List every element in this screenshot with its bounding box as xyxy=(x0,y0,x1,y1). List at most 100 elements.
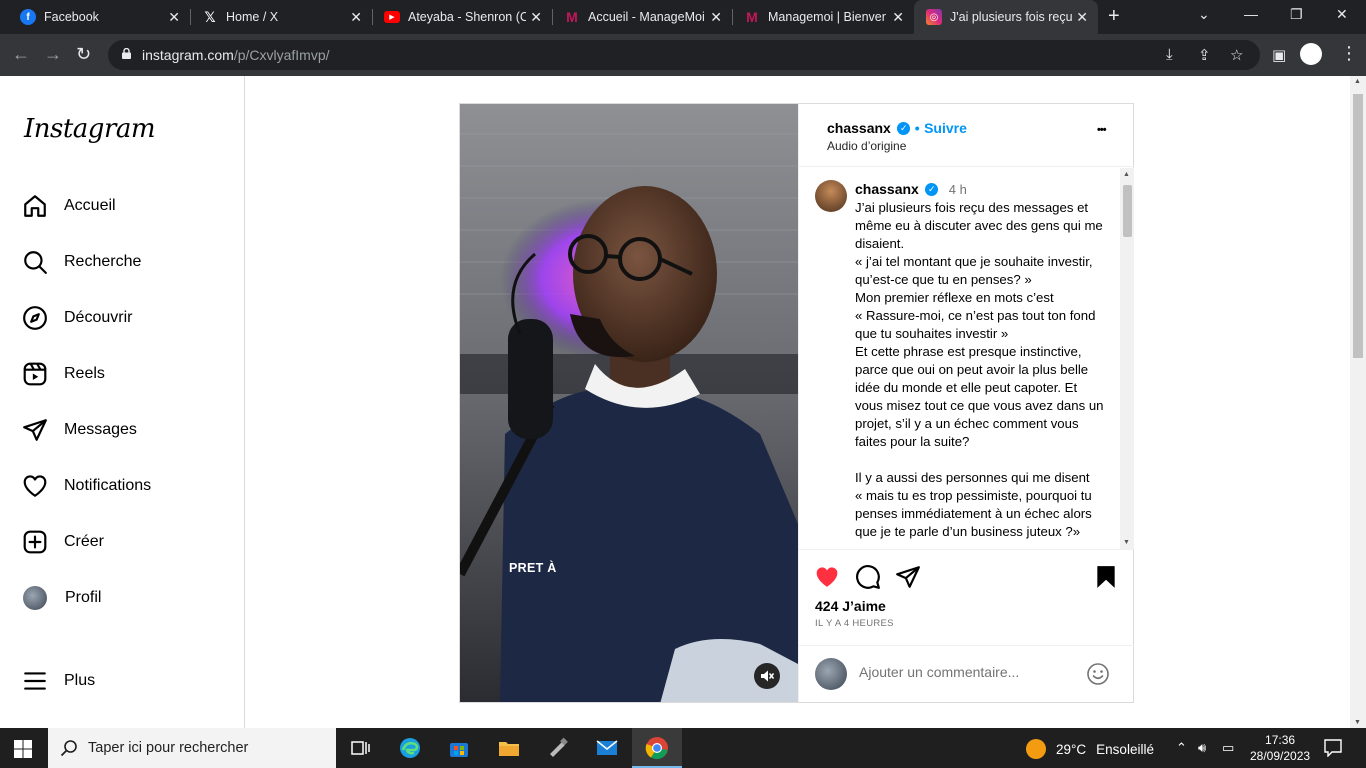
usb-tool-icon[interactable] xyxy=(546,736,570,760)
mute-button[interactable] xyxy=(754,663,780,689)
sidebar-item-profil[interactable]: Profil xyxy=(22,584,101,612)
close-window-button[interactable]: ✕ xyxy=(1336,6,1348,23)
url-bar[interactable]: instagram.com/p/CxvlyafImvp/ ⤓ ⇪ ☆ xyxy=(108,40,1260,70)
close-icon[interactable]: ✕ xyxy=(892,9,904,26)
tab-search-icon[interactable]: ⌄ xyxy=(1198,6,1210,23)
likes-count[interactable]: 424 J’aime xyxy=(815,598,886,614)
separator-dot: • xyxy=(914,120,920,136)
sidebar-item-messages[interactable]: Messages xyxy=(22,416,137,444)
tray-chevron-icon[interactable]: ⌃ xyxy=(1176,740,1187,756)
forward-button[interactable]: → xyxy=(44,44,62,65)
mail-icon[interactable] xyxy=(595,736,619,760)
scroll-up-arrow-icon[interactable]: ▲ xyxy=(1354,78,1361,85)
caption-time: 4 h xyxy=(948,182,967,197)
video-frame-image xyxy=(460,104,798,702)
side-panel-icon[interactable]: ▣ xyxy=(1272,46,1286,64)
sidebar-item-decouvrir[interactable]: Découvrir xyxy=(22,304,132,332)
managemoi-icon: M xyxy=(566,9,578,25)
sidebar-item-reels[interactable]: Reels xyxy=(22,360,105,388)
share-icon[interactable]: ⇪ xyxy=(1198,46,1211,64)
follow-button[interactable]: Suivre xyxy=(924,120,967,136)
browser-tab-bar: f Facebook ✕ 𝕏 Home / X ✕ ▶ Ateyaba - Sh… xyxy=(0,0,1366,34)
back-button[interactable]: ← xyxy=(12,44,30,65)
weather-widget[interactable]: 29°C Ensoleillé xyxy=(1026,739,1154,759)
windows-start-icon[interactable] xyxy=(14,740,32,758)
new-tab-button[interactable]: + xyxy=(1108,5,1120,28)
compass-icon xyxy=(23,306,47,330)
like-heart-icon[interactable] xyxy=(814,564,840,590)
taskbar-search-placeholder: Taper ici pour rechercher xyxy=(88,740,249,756)
close-icon[interactable]: ✕ xyxy=(350,9,362,26)
weather-desc: Ensoleillé xyxy=(1096,741,1154,757)
install-icon[interactable]: ⤓ xyxy=(1166,46,1173,63)
tab-instagram-active[interactable]: ◎ J'ai plusieurs fois reçu ✕ xyxy=(914,0,1098,34)
search-icon xyxy=(60,740,77,757)
instagram-page: Instagram Accueil Recherche Découvrir Re… xyxy=(0,76,1350,728)
edge-icon[interactable] xyxy=(398,736,422,760)
tab-facebook[interactable]: f Facebook ✕ xyxy=(8,0,190,34)
tab-title: Home / X xyxy=(226,10,279,24)
page-scroll-thumb[interactable] xyxy=(1353,94,1363,358)
sidebar-item-notifications[interactable]: Notifications xyxy=(22,472,151,500)
post-header: chassanx ✓ • Suivre Audio d’origine ••• xyxy=(799,104,1134,167)
home-icon xyxy=(24,195,46,217)
minimize-button[interactable]: — xyxy=(1244,6,1258,22)
url-text: instagram.com/p/CxvlyafImvp/ xyxy=(142,47,330,63)
sidebar-item-label: Découvrir xyxy=(64,309,133,326)
avatar[interactable] xyxy=(815,180,847,212)
sidebar-item-plus[interactable]: Plus xyxy=(22,667,95,695)
chrome-taskbar-button[interactable] xyxy=(632,728,682,768)
task-view-icon[interactable] xyxy=(348,736,372,760)
tab-managemoi-bienvenue[interactable]: M Managemoi | Bienven ✕ xyxy=(732,0,914,34)
sidebar-item-recherche[interactable]: Recherche xyxy=(22,248,141,276)
taskbar-search[interactable]: Taper ici pour rechercher xyxy=(48,728,336,768)
reload-button[interactable]: ↻ xyxy=(76,44,91,65)
close-icon[interactable]: ✕ xyxy=(710,9,722,26)
comment-icon[interactable] xyxy=(855,564,881,590)
verified-badge-icon: ✓ xyxy=(925,183,939,197)
close-icon[interactable]: ✕ xyxy=(168,9,180,26)
store-icon[interactable] xyxy=(447,736,471,760)
scroll-down-arrow-icon[interactable]: ▼ xyxy=(1354,719,1361,726)
file-explorer-icon[interactable] xyxy=(497,736,521,760)
instagram-logo[interactable]: Instagram xyxy=(24,114,156,144)
bookmark-star-icon[interactable]: ☆ xyxy=(1230,46,1243,64)
system-clock[interactable]: 17:36 28/09/2023 xyxy=(1250,732,1310,764)
sidebar-item-accueil[interactable]: Accueil xyxy=(22,192,116,220)
more-options-icon[interactable]: ••• xyxy=(1097,124,1107,136)
caption-username[interactable]: chassanx xyxy=(855,181,919,197)
restore-button[interactable]: ❐ xyxy=(1290,6,1303,23)
windows-taskbar: Taper ici pour rechercher 29°C Ensoleill… xyxy=(0,728,1366,768)
author-line: chassanx ✓ • Suivre xyxy=(827,120,967,138)
avatar xyxy=(23,586,47,610)
save-bookmark-icon[interactable] xyxy=(1093,564,1119,590)
tab-youtube[interactable]: ▶ Ateyaba - Shenron (C ✕ xyxy=(372,0,552,34)
audio-label[interactable]: Audio d’origine xyxy=(827,139,906,153)
comment-input[interactable]: Ajouter un commentaire... xyxy=(859,664,1019,680)
scroll-down-arrow-icon[interactable]: ▼ xyxy=(1123,539,1130,546)
battery-icon[interactable]: ▭ xyxy=(1222,740,1234,756)
share-send-icon[interactable] xyxy=(895,564,921,590)
tab-title: Accueil - ManageMoi xyxy=(588,10,705,24)
post-video[interactable]: PRET À xyxy=(460,104,798,702)
emoji-icon[interactable] xyxy=(1086,662,1110,686)
browser-menu-icon[interactable]: ⋮ xyxy=(1340,43,1358,64)
close-icon[interactable]: ✕ xyxy=(530,9,542,26)
caption-scroll-thumb[interactable] xyxy=(1123,185,1132,237)
sidebar-item-label: Reels xyxy=(64,365,105,382)
notification-center-icon[interactable] xyxy=(1324,739,1342,757)
author-username[interactable]: chassanx xyxy=(827,120,891,136)
profile-avatar[interactable] xyxy=(1300,43,1322,65)
menu-icon xyxy=(24,672,46,690)
close-icon[interactable]: ✕ xyxy=(1076,9,1088,26)
sidebar-item-creer[interactable]: Créer xyxy=(22,528,104,556)
scroll-up-arrow-icon[interactable]: ▲ xyxy=(1123,171,1130,178)
search-icon xyxy=(24,251,47,274)
tab-x[interactable]: 𝕏 Home / X ✕ xyxy=(190,0,372,34)
caption-header: chassanx ✓ 4 h xyxy=(855,181,967,199)
page-scrollbar[interactable]: ▲ ▼ xyxy=(1350,76,1366,728)
caption-scrollbar[interactable]: ▲ ▼ xyxy=(1120,168,1134,549)
tab-managemoi-accueil[interactable]: M Accueil - ManageMoi ✕ xyxy=(552,0,732,34)
sidebar-item-label: Profil xyxy=(65,589,102,606)
volume-icon[interactable]: 🔊︎ xyxy=(1198,740,1206,756)
